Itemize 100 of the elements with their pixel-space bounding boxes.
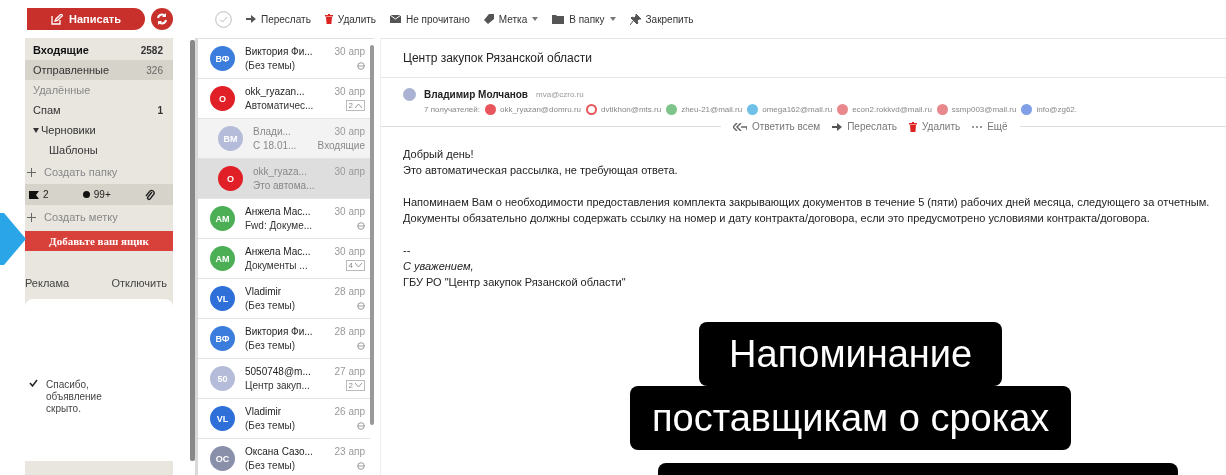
- message-subject: Это автома...: [253, 180, 315, 191]
- toolbar-button[interactable]: Закрепить: [629, 13, 694, 25]
- sender-name: Влади...: [253, 126, 291, 137]
- folder-name: Отправленные: [33, 64, 110, 76]
- status-icon: [357, 61, 365, 70]
- thread-count[interactable]: 4: [345, 260, 365, 271]
- folder-count: 1: [157, 104, 163, 116]
- message-subject: Автоматичес...: [245, 100, 314, 111]
- folder-item[interactable]: Черновики: [25, 120, 173, 140]
- recipient-email[interactable]: zheu-21@mail.ru: [681, 105, 743, 114]
- status-icon: [357, 421, 365, 430]
- plus-icon: [27, 212, 36, 222]
- toolbar-button[interactable]: В папку: [552, 13, 616, 25]
- email-subject: Центр закупок Рязанской области: [381, 38, 1226, 78]
- avatar: ВФ: [210, 326, 235, 351]
- sender-name: 5050748@m...: [245, 366, 311, 377]
- message-subject: (Без темы): [245, 60, 296, 71]
- caption-text: поставщикам о сроках: [630, 386, 1072, 450]
- compose-button[interactable]: Написать: [27, 8, 145, 30]
- message-date: 30 апр: [334, 86, 365, 97]
- thread-count[interactable]: 2: [345, 100, 365, 111]
- avatar: O: [210, 86, 235, 111]
- action-button[interactable]: Переслать: [832, 121, 897, 132]
- message-subject: (Без темы): [245, 460, 296, 471]
- sender-name: Оксана Сазо...: [245, 446, 313, 457]
- recipient-email[interactable]: ssmp003@mail.ru: [951, 105, 1017, 114]
- avatar: ВФ: [210, 46, 235, 71]
- recipient-email[interactable]: omega162@mail.ru: [762, 105, 833, 114]
- folder-label: Входящие: [317, 140, 365, 151]
- sender-name: okk_ryaza...: [253, 166, 307, 177]
- signature-closing: С уважением,: [403, 259, 475, 274]
- chevron-down-icon: [355, 383, 362, 388]
- message-subject: (Без темы): [245, 420, 296, 431]
- avatar: VL: [210, 406, 235, 431]
- folder-item[interactable]: Отправленные 326: [25, 60, 173, 80]
- action-button[interactable]: Ответить всем: [733, 121, 821, 132]
- flag-icon[interactable]: [29, 190, 39, 199]
- message-date: 30 апр: [334, 246, 365, 257]
- recipient-email[interactable]: econ2.rokkvd@mail.ru: [852, 105, 932, 114]
- recipient-email[interactable]: dvtikhon@mts.ru: [601, 105, 662, 114]
- disable-ads-link[interactable]: Отключить: [111, 277, 167, 289]
- chevron-down-icon: [355, 263, 362, 268]
- sender-email: mva@czro.ru: [536, 90, 584, 99]
- action-button[interactable]: Удалить: [909, 121, 961, 132]
- recipient-email[interactable]: info@zg62.: [1036, 105, 1078, 114]
- caption-text: Напоминание: [699, 322, 1003, 386]
- signature-separator: --: [403, 243, 412, 258]
- body-text: Напоминаем Вам о необходимости предоставления комплекта закрывающих документов в течение 5 (пяти) рабочих дней месяца, следующего за отчетным.: [403, 195, 1211, 210]
- message-date: 30 апр: [334, 206, 365, 217]
- refresh-icon: [156, 13, 168, 25]
- paperclip-icon[interactable]: [145, 188, 155, 201]
- folder-item[interactable]: Входящие 2582: [25, 40, 173, 60]
- folder-name: Черновики: [41, 124, 96, 136]
- folder-name: Удалённые: [33, 84, 91, 96]
- avatar: ОС: [210, 446, 235, 471]
- body-text: Добрый день!: [403, 147, 475, 162]
- pin-icon: [629, 13, 641, 25]
- add-mailbox-button[interactable]: Добавьте ваш ящик: [25, 231, 173, 251]
- toolbar-button[interactable]: Метка: [483, 13, 539, 25]
- folder-item[interactable]: Шаблоны: [25, 140, 173, 160]
- sender-name: Анжела Мас...: [245, 206, 311, 217]
- arrow-icon: [0, 213, 26, 265]
- signature-organization: ГБУ РО "Центр закупок Рязанской области": [403, 275, 627, 290]
- refresh-button[interactable]: [151, 8, 173, 30]
- message-item[interactable]: O okk_ryaza... 30 апр Это автома...: [198, 159, 370, 199]
- message-date: 30 апр: [334, 166, 365, 177]
- message-subject: (Без темы): [245, 300, 296, 311]
- thread-count[interactable]: 2: [345, 380, 365, 391]
- triangle-down-icon[interactable]: [33, 127, 39, 133]
- message-date: 30 апр: [334, 46, 365, 57]
- more-icon: [972, 125, 983, 128]
- tag-icon: [483, 14, 494, 24]
- avatar: VL: [210, 286, 235, 311]
- message-date: 26 апр: [334, 406, 365, 417]
- chevron-up-icon: [355, 103, 362, 108]
- folder-item[interactable]: Спам 1: [25, 100, 173, 120]
- envelope-icon: [390, 15, 402, 23]
- action-button[interactable]: Ещё: [972, 121, 1008, 132]
- forward-icon: [832, 122, 843, 131]
- message-date: 23 апр: [334, 446, 365, 457]
- recipient-email[interactable]: okk_ryazan@domru.ru: [499, 105, 581, 114]
- status-icon: [357, 301, 365, 310]
- toolbar-button[interactable]: Не прочитано: [390, 13, 470, 25]
- sender-name: Владимир Молчанов: [424, 89, 529, 100]
- toolbar-button[interactable]: Удалить: [324, 13, 377, 25]
- avatar: ВМ: [218, 126, 243, 151]
- message-subject: Fwd: Докуме...: [245, 220, 313, 231]
- sender-name: Виктория Фи...: [245, 46, 313, 57]
- toolbar-button[interactable]: Переслать: [246, 13, 311, 25]
- check-icon: [29, 379, 38, 387]
- sender-name: Vladimir: [245, 406, 282, 417]
- pencil-icon: [51, 13, 63, 25]
- message-date: 28 апр: [334, 326, 365, 337]
- body-text: Документы обязательно должны содержать ссылку на номер и дату контракта/договора, если это предусмотрено условиями контракта/договора.: [403, 211, 1151, 226]
- avatar: АМ: [210, 206, 235, 231]
- trash-icon: [909, 121, 917, 132]
- message-subject: Центр закуп...: [245, 380, 310, 391]
- trash-icon: [324, 14, 333, 24]
- dot-icon[interactable]: [82, 191, 90, 198]
- status-icon: [357, 221, 365, 230]
